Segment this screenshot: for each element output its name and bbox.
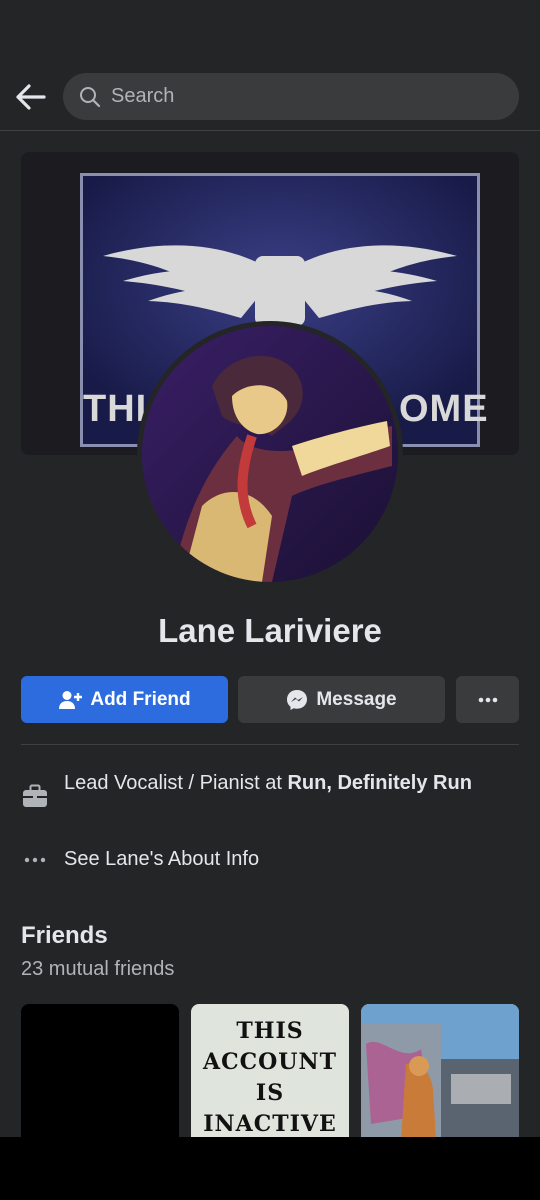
briefcase-icon bbox=[21, 782, 49, 810]
message-label: Message bbox=[316, 688, 397, 710]
profile-name: Lane Lariviere bbox=[158, 612, 382, 649]
add-person-icon bbox=[58, 690, 83, 710]
about-info-text: See Lane's About Info bbox=[64, 848, 260, 870]
add-friend-button[interactable]: Add Friend bbox=[21, 676, 228, 723]
work-prefix: Lead Vocalist / Pianist at bbox=[64, 772, 288, 794]
system-navigation-bar bbox=[0, 1137, 540, 1200]
friend-tile[interactable]: THIS ACCOUNT IS INACTIVE bbox=[191, 1004, 349, 1140]
add-friend-label: Add Friend bbox=[90, 688, 191, 710]
friend-photo bbox=[361, 1004, 519, 1140]
work-info-row[interactable]: Lead Vocalist / Pianist at Run, Definite… bbox=[21, 770, 519, 826]
more-options-button[interactable] bbox=[456, 676, 519, 723]
profile-avatar[interactable] bbox=[137, 321, 403, 587]
friend-tile[interactable] bbox=[21, 1004, 179, 1140]
more-dots-icon bbox=[21, 846, 49, 874]
cover-text-left: THI bbox=[83, 388, 148, 430]
tile-text-line: THIS bbox=[236, 1018, 304, 1044]
more-dots-icon bbox=[478, 697, 497, 702]
search-placeholder: Search bbox=[111, 85, 175, 107]
message-button[interactable]: Message bbox=[238, 676, 445, 723]
search-icon bbox=[79, 85, 103, 109]
friend-tile[interactable] bbox=[361, 1004, 519, 1140]
avatar-image bbox=[142, 326, 398, 582]
section-divider bbox=[21, 744, 519, 745]
header-divider bbox=[0, 130, 540, 131]
top-bar: Search bbox=[0, 0, 540, 130]
about-info-row[interactable]: See Lane's About Info bbox=[21, 846, 519, 874]
tile-text-line: INACTIVE bbox=[203, 1111, 337, 1137]
work-info-text: Lead Vocalist / Pianist at Run, Definite… bbox=[64, 770, 504, 796]
messenger-icon bbox=[286, 689, 308, 711]
tile-text-line: IS bbox=[255, 1080, 285, 1106]
mutual-friends-count: 23 mutual friends bbox=[21, 958, 175, 980]
search-input[interactable]: Search bbox=[63, 73, 519, 120]
tile-text-line: ACCOUNT bbox=[203, 1049, 337, 1075]
friends-title[interactable]: Friends bbox=[21, 922, 108, 950]
arrow-left-icon bbox=[16, 84, 46, 110]
work-place[interactable]: Run, Definitely Run bbox=[287, 772, 471, 794]
back-button[interactable] bbox=[14, 80, 48, 114]
cover-text-right: OME bbox=[399, 388, 489, 430]
